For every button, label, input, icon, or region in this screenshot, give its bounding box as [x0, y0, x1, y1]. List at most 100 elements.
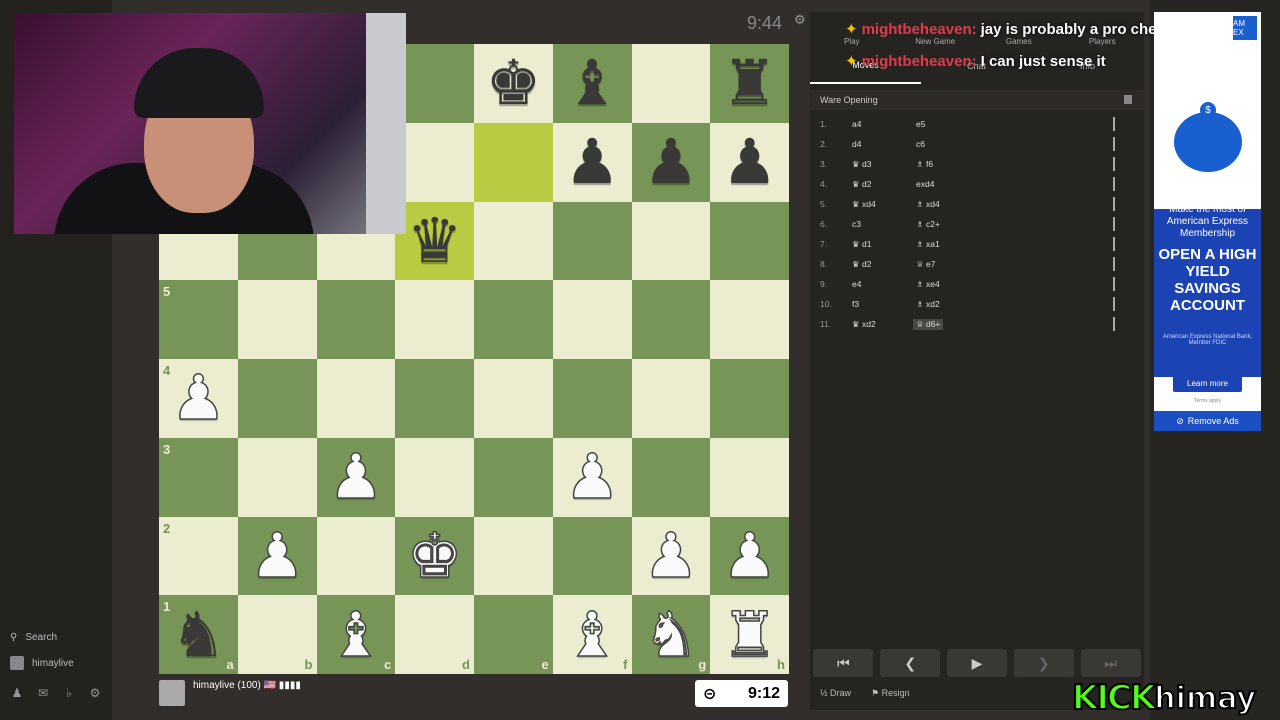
bottom-player[interactable]: himaylive (100) 🇺🇸 ▮▮▮▮ — [159, 680, 301, 706]
square-c5[interactable] — [316, 280, 396, 359]
square-e1[interactable]: e — [474, 595, 553, 674]
white-pawn-icon[interactable]: ♟ — [249, 524, 306, 588]
square-f6[interactable] — [552, 201, 632, 281]
remove-ads-button[interactable]: ⊘ Remove Ads — [1154, 411, 1261, 431]
square-a4[interactable]: 4 ♟ — [159, 359, 238, 438]
black-move[interactable]: c6 — [916, 139, 925, 149]
black-move[interactable]: ♗ f6 — [916, 159, 933, 170]
square-f1[interactable]: f ♝ — [552, 595, 632, 674]
square-d8[interactable] — [395, 44, 474, 123]
learn-more-button[interactable]: Learn more — [1173, 374, 1242, 392]
square-h2[interactable]: ♟ — [710, 516, 789, 596]
square-g7[interactable]: ♟ — [631, 122, 711, 202]
square-h6[interactable] — [710, 201, 789, 281]
black-bishop-icon[interactable]: ♝ — [564, 52, 620, 114]
black-knight-icon[interactable]: ♞ — [171, 603, 227, 666]
last-move-button[interactable]: ⏭ — [1080, 649, 1141, 677]
square-d7[interactable] — [395, 122, 474, 202]
square-h1[interactable]: h ♜ — [710, 595, 789, 674]
white-rook-icon[interactable]: ♜ — [721, 602, 778, 666]
square-a3[interactable]: 3 — [159, 437, 238, 517]
black-pawn-icon[interactable]: ♟ — [564, 131, 620, 193]
square-h8[interactable]: ♜ — [710, 44, 789, 123]
black-pawn-icon[interactable]: ♟ — [643, 131, 699, 193]
square-g5[interactable] — [631, 280, 711, 359]
square-a2[interactable]: 2 — [159, 516, 238, 596]
black-move[interactable]: ♗ c2+ — [916, 219, 940, 230]
white-knight-icon[interactable]: ♞ — [642, 602, 699, 666]
white-pawn-icon[interactable]: ♟ — [721, 524, 778, 588]
next-move-button[interactable]: ❯ — [1013, 649, 1074, 677]
black-move[interactable]: exd4 — [916, 179, 934, 189]
white-move[interactable]: e4 — [852, 279, 861, 289]
square-c3[interactable]: ♟ — [316, 437, 396, 517]
square-c1[interactable]: c ♝ — [316, 595, 396, 674]
square-d5[interactable] — [395, 280, 474, 359]
square-h7[interactable]: ♟ — [710, 122, 789, 202]
square-g4[interactable] — [631, 359, 711, 438]
square-h3[interactable] — [710, 437, 789, 517]
black-rook-icon[interactable]: ♜ — [722, 52, 778, 114]
black-pawn-icon[interactable]: ♟ — [722, 131, 778, 193]
square-f5[interactable] — [552, 280, 632, 359]
square-d2[interactable]: ♚ — [395, 516, 474, 596]
square-b2[interactable]: ♟ — [237, 516, 317, 596]
square-h4[interactable] — [710, 359, 789, 438]
sidebar-user[interactable]: himaylive — [10, 656, 74, 670]
black-move[interactable]: ♗ xa1 — [916, 239, 940, 250]
square-g3[interactable] — [631, 437, 711, 517]
square-c2[interactable] — [316, 516, 396, 596]
first-move-button[interactable]: ⏮ — [813, 649, 874, 677]
square-e4[interactable] — [474, 359, 553, 438]
square-f3[interactable]: ♟ — [552, 437, 632, 517]
black-move[interactable]: ♗ xd2 — [916, 299, 940, 310]
square-g6[interactable] — [631, 201, 711, 281]
square-f4[interactable] — [552, 359, 632, 438]
square-a1[interactable]: 1 a ♞ — [159, 595, 238, 674]
white-pawn-icon[interactable]: ♟ — [642, 524, 699, 588]
gear-icon[interactable]: ⚙ — [88, 686, 102, 700]
white-pawn-icon[interactable]: ♟ — [327, 445, 384, 509]
square-d3[interactable] — [395, 437, 474, 517]
white-pawn-icon[interactable]: ♟ — [170, 366, 227, 430]
white-move[interactable]: ♛ d2 — [852, 259, 871, 270]
white-pawn-icon[interactable]: ♟ — [564, 445, 621, 509]
square-f8[interactable]: ♝ — [552, 44, 632, 123]
black-move[interactable]: ♕ d6+ — [913, 319, 944, 330]
sidebar-search[interactable]: ⚲ Search — [10, 632, 57, 643]
square-e5[interactable] — [474, 280, 553, 359]
black-move[interactable]: ♗ xe4 — [916, 279, 940, 290]
square-e8[interactable]: ♚ — [474, 44, 553, 123]
square-d4[interactable] — [395, 359, 474, 438]
square-g8[interactable] — [631, 44, 711, 123]
square-b1[interactable]: b — [237, 595, 317, 674]
white-bishop-icon[interactable]: ♝ — [564, 602, 621, 666]
white-move[interactable]: ♛ d3 — [852, 159, 871, 170]
white-king-icon[interactable]: ♚ — [406, 524, 463, 588]
mail-icon[interactable]: ✉ — [36, 686, 50, 700]
square-h5[interactable] — [710, 280, 789, 359]
square-g2[interactable]: ♟ — [631, 516, 711, 596]
white-bishop-icon[interactable]: ♝ — [327, 602, 384, 666]
square-d1[interactable]: d — [395, 595, 474, 674]
square-d6[interactable]: ♛ — [395, 201, 474, 281]
white-move[interactable]: ♛ xd4 — [852, 199, 876, 210]
friends-icon[interactable]: ♟ — [10, 686, 24, 700]
draw-button[interactable]: ½ Draw — [820, 688, 851, 699]
white-move[interactable]: ♛ xd2 — [852, 319, 876, 330]
board-settings-icon[interactable]: ⚙ — [794, 12, 806, 28]
square-f7[interactable]: ♟ — [552, 122, 632, 202]
prev-move-button[interactable]: ❮ — [880, 649, 941, 677]
black-king-icon[interactable]: ♚ — [486, 52, 542, 114]
advertisement[interactable]: AM EX $ Make the most of American Expres… — [1154, 12, 1261, 431]
play-button[interactable]: ▶ — [946, 649, 1007, 677]
square-f2[interactable] — [552, 516, 632, 596]
black-queen-icon[interactable]: ♛ — [407, 209, 463, 272]
bell-icon[interactable]: ♭ — [62, 686, 76, 700]
square-b3[interactable] — [237, 437, 317, 517]
black-move[interactable]: e5 — [916, 119, 925, 129]
black-move[interactable]: ♕ e7 — [916, 259, 935, 270]
square-e6[interactable] — [474, 201, 553, 281]
square-e7[interactable] — [474, 122, 553, 202]
square-b5[interactable] — [237, 280, 317, 359]
